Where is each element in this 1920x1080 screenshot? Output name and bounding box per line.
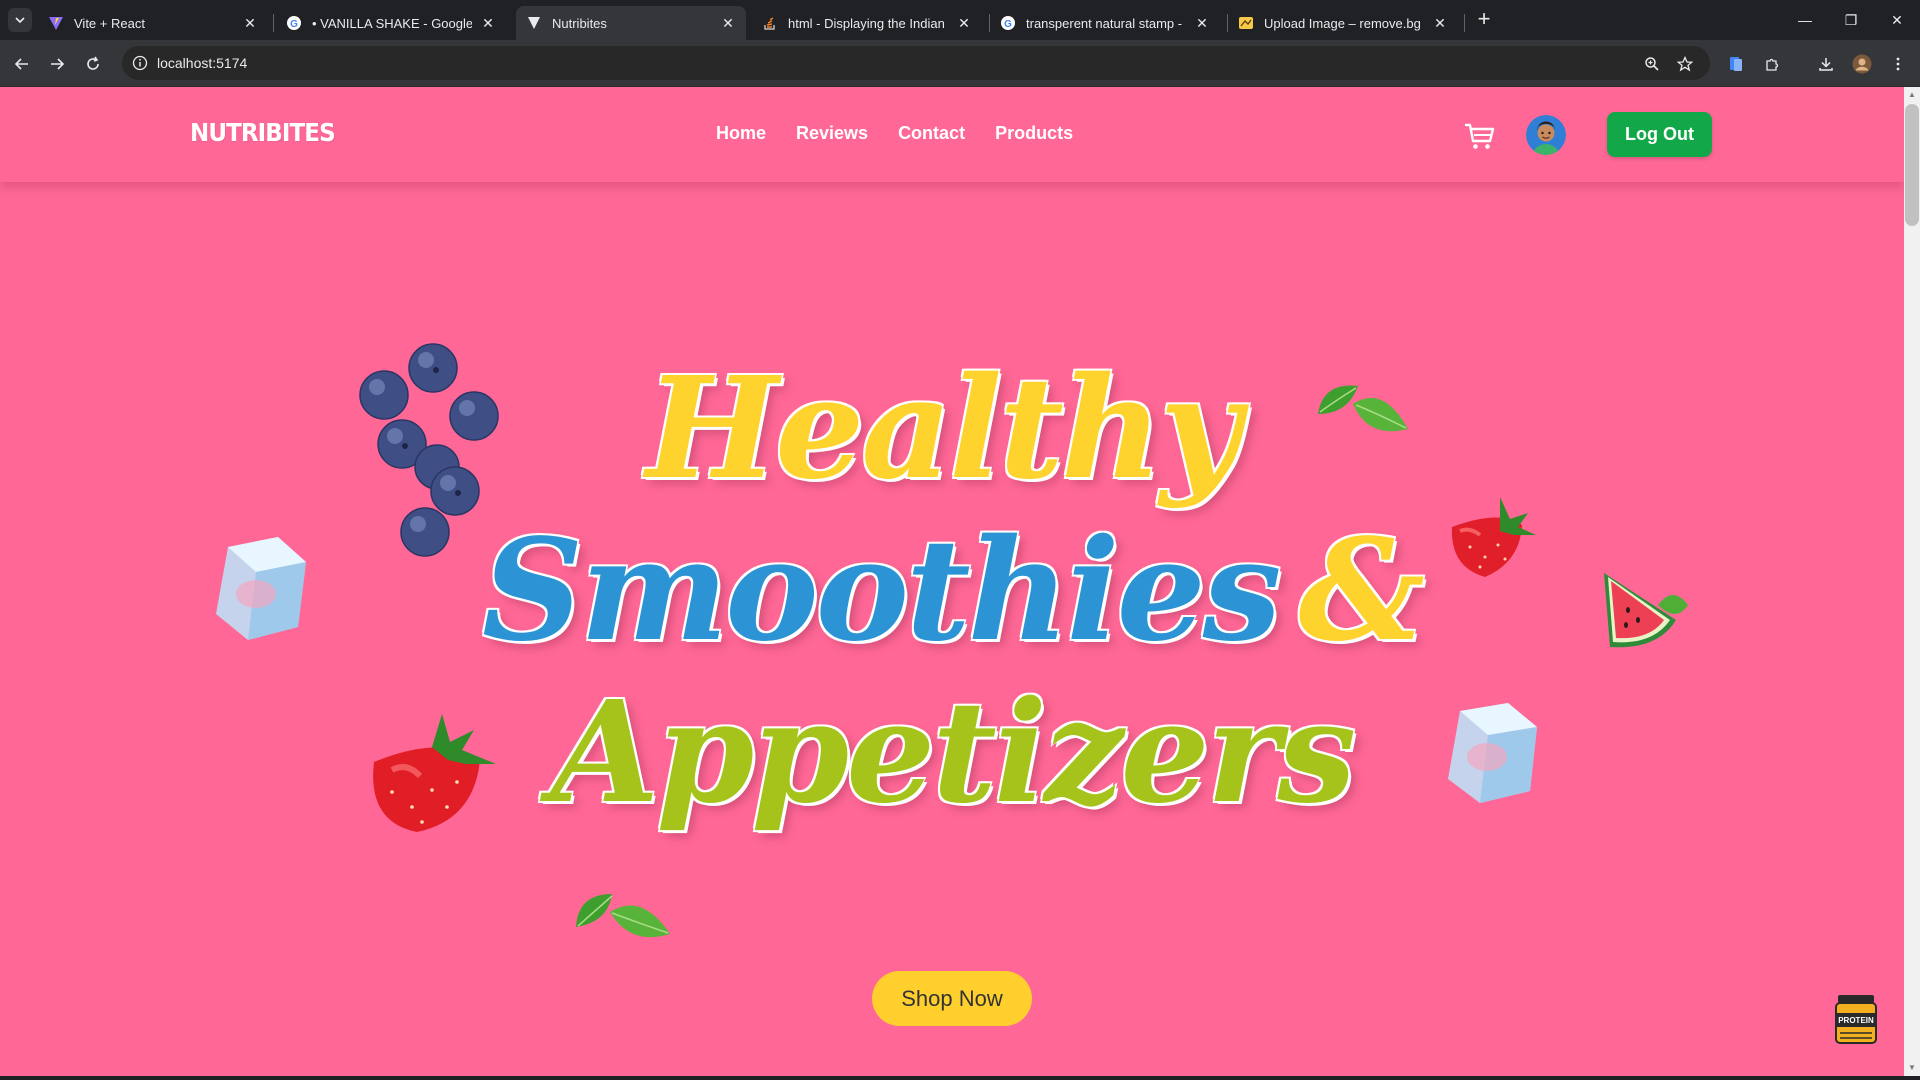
google-g-icon: G — [1001, 16, 1015, 30]
back-button[interactable] — [8, 50, 36, 78]
tab-divider — [273, 14, 274, 32]
browser-tab[interactable]: G transperent natural stamp - Goo ✕ — [990, 6, 1220, 40]
close-icon[interactable]: ✕ — [720, 15, 736, 31]
protein-label: PROTEIN — [1838, 1016, 1874, 1025]
vite-logo-icon — [49, 17, 63, 30]
window-close-button[interactable]: ✕ — [1882, 6, 1912, 34]
tab-title: html - Displaying the Indian cur — [788, 15, 948, 31]
mint-leaves-bottom-image — [576, 894, 670, 938]
nav-link-products[interactable]: Products — [995, 123, 1073, 144]
url-text[interactable]: localhost:5174 — [157, 55, 247, 71]
scrollbar-thumb[interactable] — [1905, 104, 1919, 226]
tab-title: • VANILLA SHAKE - Google Sea — [312, 15, 472, 31]
scroll-down-arrow-icon[interactable]: ▼ — [1907, 1063, 1917, 1073]
window-bottom-edge — [0, 1076, 1920, 1080]
browser-tab[interactable]: G • VANILLA SHAKE - Google Sea ✕ — [276, 6, 506, 40]
new-tab-button[interactable]: + — [1472, 8, 1496, 32]
arrow-left-icon — [14, 58, 28, 70]
chevron-down-icon — [15, 17, 25, 24]
shopping-cart-icon[interactable] — [1464, 120, 1496, 152]
browser-tab[interactable]: Upload Image – remove.bg ✕ — [1228, 6, 1458, 40]
zoom-icon[interactable] — [1641, 53, 1663, 75]
tab-title: transperent natural stamp - Goo — [1026, 15, 1186, 31]
tab-title: Upload Image – remove.bg — [1264, 15, 1421, 31]
close-icon[interactable]: ✕ — [242, 15, 258, 31]
logout-button[interactable]: Log Out — [1607, 112, 1712, 157]
tab-divider — [1464, 14, 1465, 32]
site-info-icon[interactable] — [130, 53, 150, 73]
hero-title-healthy: Healthy — [645, 347, 1241, 511]
protein-jar-widget-icon[interactable]: PROTEIN — [1830, 993, 1882, 1045]
browser-tab[interactable]: Vite + React ✕ — [38, 6, 268, 40]
bookmark-star-icon[interactable] — [1674, 53, 1696, 75]
svg-text:G: G — [290, 19, 298, 30]
arrow-right-icon — [51, 58, 65, 70]
extensions-puzzle-icon[interactable] — [1758, 50, 1786, 78]
close-icon[interactable]: ✕ — [480, 15, 496, 31]
page-scrollbar[interactable] — [1904, 87, 1920, 1076]
forward-button[interactable] — [43, 50, 71, 78]
nav-links: Home Reviews Contact Products — [716, 123, 1073, 144]
stackoverflow-icon — [764, 17, 775, 30]
address-bar[interactable]: localhost:5174 — [122, 46, 1710, 80]
site-navbar: NUTRIBITES Home Reviews Contact Products — [0, 87, 1904, 182]
profile-avatar-icon[interactable] — [1848, 50, 1876, 78]
close-icon[interactable]: ✕ — [956, 15, 972, 31]
tab-search-button[interactable] — [8, 8, 32, 32]
restore-button[interactable]: ❐ — [1836, 6, 1866, 34]
google-docs-extension-icon[interactable] — [1722, 50, 1750, 78]
download-icon[interactable] — [1812, 50, 1840, 78]
hero-title-smoothies-line: Smoothies & — [0, 509, 1904, 673]
minimize-button[interactable]: — — [1790, 6, 1820, 34]
browser-toolbar: localhost:5174 — [0, 40, 1920, 87]
nav-link-contact[interactable]: Contact — [898, 123, 965, 144]
hero-title-ampersand: & — [1298, 509, 1425, 673]
close-icon[interactable]: ✕ — [1194, 15, 1210, 31]
scroll-up-arrow-icon[interactable]: ▲ — [1907, 90, 1917, 100]
svg-text:G: G — [1004, 19, 1012, 30]
hero-title-smoothies: Smoothies — [482, 509, 1282, 673]
site-logo[interactable]: NUTRIBITES — [190, 118, 336, 147]
reload-icon — [87, 56, 99, 70]
nav-link-reviews[interactable]: Reviews — [796, 123, 868, 144]
browser-tab-strip: Vite + React ✕ G • VANILLA SHAKE - Googl… — [0, 0, 1920, 40]
reload-button[interactable] — [79, 50, 107, 78]
nav-link-home[interactable]: Home — [716, 123, 766, 144]
hero-title-appetizers: Appetizers — [550, 671, 1356, 835]
tab-title: Vite + React — [74, 15, 145, 31]
tab-title: Nutribites — [552, 15, 607, 31]
kebab-menu-icon[interactable] — [1884, 50, 1912, 78]
removebg-icon — [1239, 17, 1253, 29]
close-icon[interactable]: ✕ — [1432, 15, 1448, 31]
google-g-icon: G — [287, 16, 301, 30]
page-viewport: NUTRIBITES Home Reviews Contact Products — [0, 87, 1904, 1076]
nutribites-favicon-icon — [528, 17, 540, 29]
browser-tab[interactable]: html - Displaying the Indian cur ✕ — [752, 6, 982, 40]
user-avatar[interactable] — [1526, 115, 1566, 155]
shop-now-button[interactable]: Shop Now — [872, 971, 1032, 1026]
browser-tab-active[interactable]: Nutribites ✕ — [516, 6, 746, 40]
